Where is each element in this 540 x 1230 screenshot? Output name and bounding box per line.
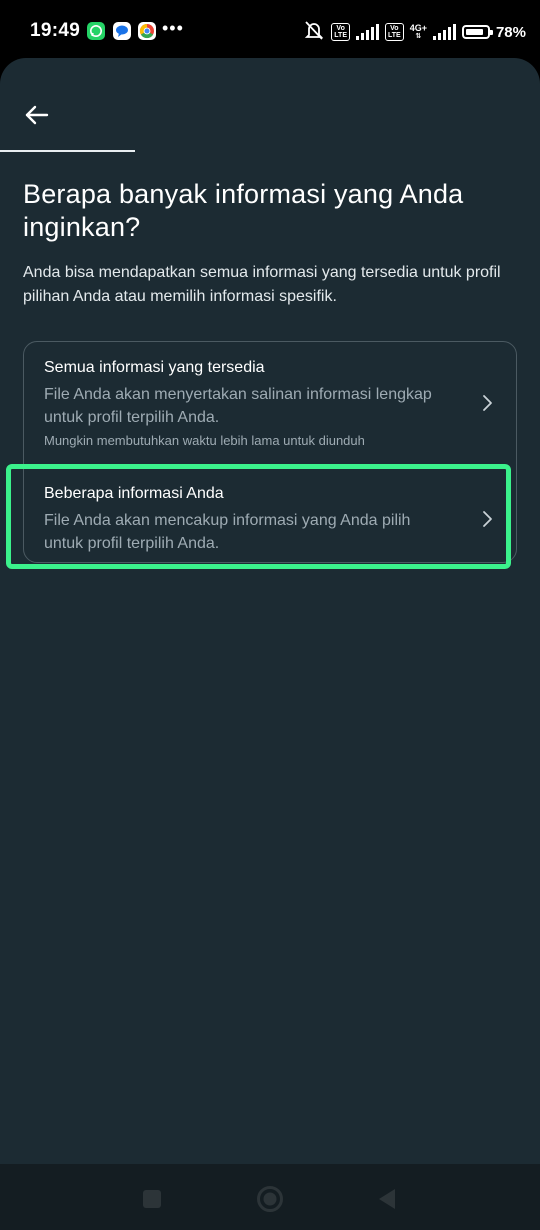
chrome-icon — [138, 22, 156, 40]
progress-indicator — [0, 150, 135, 152]
option-all-information[interactable]: Semua informasi yang tersedia File Anda … — [24, 342, 516, 462]
status-time: 19:49 — [30, 20, 81, 41]
battery-percent: 78% — [495, 23, 526, 41]
chevron-right-icon — [483, 511, 492, 527]
options-card: Semua informasi yang tersedia File Anda … — [23, 341, 517, 563]
more-notifications-indicator: ••• — [162, 18, 184, 38]
page-description: Anda bisa mendapatkan semua informasi ya… — [23, 264, 501, 305]
option-description: File Anda akan mencakup informasi yang A… — [44, 512, 411, 552]
back-button[interactable] — [18, 96, 56, 134]
battery-icon — [461, 25, 493, 39]
option-title: Semua informasi yang tersedia — [44, 359, 265, 376]
alarm-off-icon — [303, 20, 325, 44]
circle-home-icon — [257, 1186, 283, 1212]
messages-icon — [113, 22, 131, 40]
status-indicators: Vo LTE Vo LTE 4G+ ⇅ 78% — [303, 20, 526, 44]
option-some-information[interactable]: Beberapa informasi Anda File Anda akan m… — [24, 462, 516, 562]
status-bar: 19:49 ••• Vo LTE Vo LTE 4G+ ⇅ 78% — [0, 0, 540, 62]
back-nav-button[interactable] — [372, 1184, 402, 1214]
chevron-right-icon — [483, 395, 492, 411]
option-title: Beberapa informasi Anda — [44, 485, 224, 502]
system-navigation-bar — [0, 1164, 540, 1230]
option-description: File Anda akan menyertakan salinan infor… — [44, 386, 432, 426]
volte-badge-1: Vo LTE — [331, 23, 350, 41]
recents-button[interactable] — [137, 1184, 167, 1214]
network-type-label: 4G+ — [409, 23, 427, 33]
network-indicator: 4G+ ⇅ — [409, 23, 427, 41]
signal-strength-icon-1 — [356, 24, 379, 40]
home-button[interactable] — [255, 1184, 285, 1214]
signal-strength-icon-2 — [432, 24, 456, 40]
whatsapp-icon — [87, 22, 105, 40]
volte-badge-2: Vo LTE — [385, 23, 404, 41]
option-note: Mungkin membutuhkan waktu lebih lama unt… — [44, 433, 365, 448]
page-title: Berapa banyak informasi yang Anda ingink… — [23, 179, 464, 242]
sheet-container: Berapa banyak informasi yang Anda ingink… — [0, 58, 540, 1164]
arrow-left-icon — [25, 105, 49, 125]
battery-level-fill — [465, 29, 483, 35]
triangle-back-icon — [379, 1189, 395, 1209]
square-recents-icon — [143, 1190, 161, 1208]
